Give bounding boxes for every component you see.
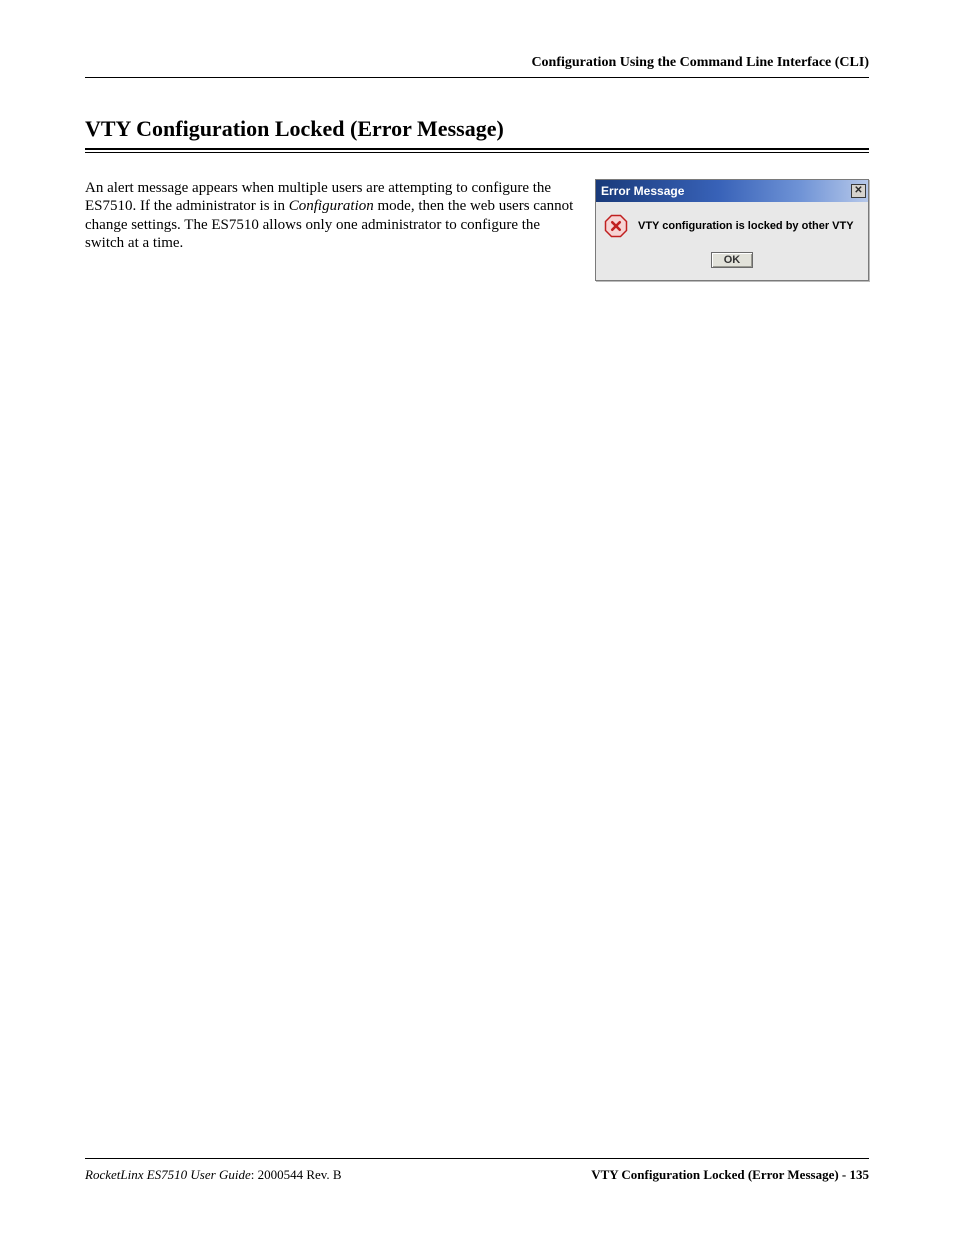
close-icon: ✕ [854, 186, 862, 196]
footer-left: RocketLinx ES7510 User Guide: 2000544 Re… [85, 1167, 342, 1183]
section-rule [85, 148, 869, 153]
page-footer: RocketLinx ES7510 User Guide: 2000544 Re… [85, 1158, 869, 1183]
ok-button[interactable]: OK [711, 252, 754, 268]
footer-left-rev: : 2000544 Rev. B [251, 1167, 342, 1182]
section-title: VTY Configuration Locked (Error Message) [85, 116, 869, 142]
footer-right: VTY Configuration Locked (Error Message)… [591, 1167, 869, 1183]
close-button[interactable]: ✕ [851, 184, 866, 198]
error-icon [604, 214, 628, 238]
dialog-titlebar: Error Message ✕ [596, 180, 868, 202]
page-header: Configuration Using the Command Line Int… [85, 55, 869, 78]
dialog-message: VTY configuration is locked by other VTY [638, 220, 854, 232]
error-dialog: Error Message ✕ VTY configuration is loc… [595, 179, 869, 281]
body-text-em: Configuration [289, 198, 374, 214]
body-paragraph: An alert message appears when multiple u… [85, 179, 577, 252]
header-right-text: Configuration Using the Command Line Int… [531, 55, 869, 70]
dialog-title: Error Message [601, 184, 684, 198]
footer-left-title: RocketLinx ES7510 User Guide [85, 1167, 251, 1182]
